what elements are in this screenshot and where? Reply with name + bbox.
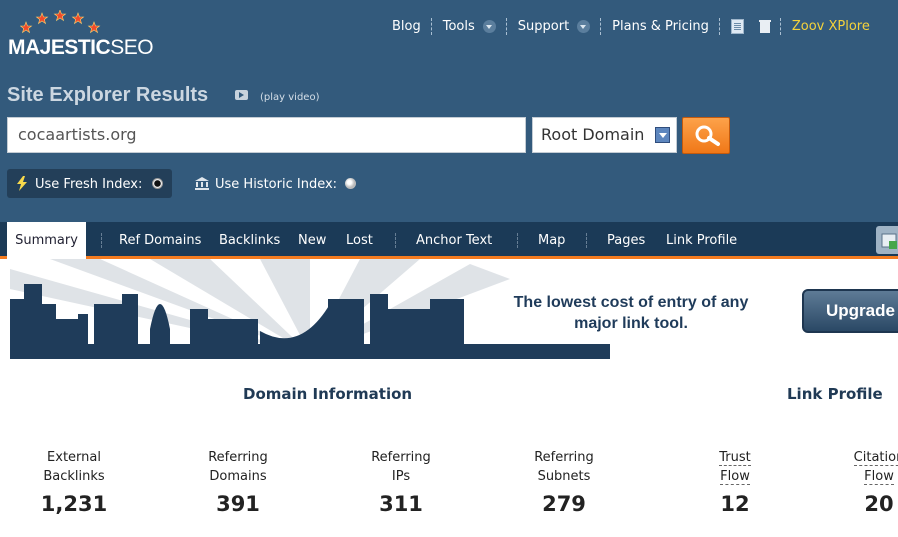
stat-label: Citation xyxy=(853,450,898,466)
fresh-index-label: Use Fresh Index: xyxy=(35,177,143,192)
nav-tools-label: Tools xyxy=(442,18,475,34)
magnifier-icon xyxy=(695,125,720,146)
stat-citation-flow-clip: Citation Flow 20 xyxy=(830,448,898,537)
fresh-index-option[interactable]: Use Fresh Index: xyxy=(7,169,172,198)
stat-label-wrap: Trust xyxy=(670,448,800,467)
tab-map[interactable]: Map xyxy=(538,222,565,256)
stat-label: Subnets xyxy=(537,469,591,484)
stat-referring-ips: Referring IPs 311 xyxy=(336,448,466,516)
search-input[interactable]: cocaartists.org xyxy=(7,117,526,153)
tab-divider xyxy=(101,233,103,248)
stat-value: 1,231 xyxy=(40,492,108,516)
nav-divider xyxy=(505,17,508,35)
stat-label-wrap: Citation xyxy=(832,448,898,467)
nav-blog[interactable]: Blog xyxy=(392,19,421,34)
majestic-logo[interactable]: MAJESTICSEO xyxy=(8,10,158,60)
promo-line-1: The lowest cost of entry of any xyxy=(513,294,749,311)
historic-index-radio[interactable] xyxy=(345,178,356,189)
stat-label-wrap: Flow xyxy=(832,467,898,486)
search-button[interactable] xyxy=(682,117,730,154)
stat-label: Referring xyxy=(371,450,431,465)
upgrade-button[interactable]: Upgrade xyxy=(802,289,898,333)
stat-label: Trust xyxy=(719,450,751,466)
tab-ref-domains[interactable]: Ref Domains xyxy=(119,222,201,256)
stat-label: Flow xyxy=(720,469,750,485)
export-icon xyxy=(881,233,897,249)
dropdown-chevron-icon xyxy=(577,19,591,33)
nav-divider xyxy=(779,17,782,35)
promo-line-2: major link tool. xyxy=(574,315,688,332)
page-title: Site Explorer Results xyxy=(7,84,209,106)
tab-backlinks[interactable]: Backlinks xyxy=(219,222,280,256)
tab-lost[interactable]: Lost xyxy=(346,222,373,256)
stat-external-backlinks: External Backlinks 1,231 xyxy=(9,448,139,516)
document-icon xyxy=(730,18,744,34)
nav-support[interactable]: Support xyxy=(517,18,591,34)
tab-divider xyxy=(586,233,588,248)
nav-divider xyxy=(751,18,753,35)
tab-link-profile[interactable]: Link Profile xyxy=(666,222,737,256)
scope-select-value: Root Domain xyxy=(541,125,645,144)
dropdown-chevron-icon xyxy=(482,19,496,33)
tab-divider xyxy=(395,233,397,248)
logo-brand: MAJESTIC xyxy=(8,36,111,59)
tab-summary[interactable]: Summary xyxy=(7,222,86,259)
historic-index-label: Use Historic Index: xyxy=(215,177,338,192)
stat-value: 311 xyxy=(379,492,423,516)
chevron-down-icon xyxy=(655,127,670,143)
play-video-link[interactable]: (play video) xyxy=(260,92,319,103)
nav-tools[interactable]: Tools xyxy=(443,19,496,34)
tab-pages[interactable]: Pages xyxy=(607,222,645,256)
stat-label-wrap: Flow xyxy=(670,467,800,486)
domain-information-heading: Domain Information xyxy=(243,385,413,403)
bank-building-icon xyxy=(195,177,209,190)
stat-value: 12 xyxy=(720,492,750,516)
trash-icon xyxy=(758,19,771,33)
majestic-stars-icon xyxy=(20,10,101,34)
stat-label: Referring xyxy=(208,450,268,465)
nav-divider xyxy=(600,17,602,35)
link-profile-heading: Link Profile xyxy=(787,385,883,403)
stat-citation-flow[interactable]: Citation Flow 20 xyxy=(832,448,898,516)
scope-select[interactable]: Root Domain xyxy=(532,117,677,153)
stat-value: 391 xyxy=(216,492,260,516)
header-area: MAJESTICSEO Blog Tools Support Plans & P… xyxy=(0,0,898,222)
logo-suffix: SEO xyxy=(110,36,154,59)
top-nav: Blog Tools Support Plans & Pricing Zoov … xyxy=(392,17,870,35)
nav-user-account[interactable]: Zoov XPlore xyxy=(792,19,870,34)
promo-banner[interactable]: The lowest cost of entry of any major li… xyxy=(10,259,898,359)
stat-label: IPs xyxy=(391,469,411,484)
stat-label: Backlinks xyxy=(43,469,105,484)
stat-label: Domains xyxy=(209,469,267,484)
tab-new[interactable]: New xyxy=(298,222,326,256)
play-video-icon[interactable] xyxy=(235,90,248,100)
tab-divider xyxy=(517,233,519,248)
stat-label: External xyxy=(47,450,101,465)
stat-label: Referring xyxy=(534,450,594,465)
export-tool-button[interactable] xyxy=(876,226,898,254)
tab-anchor-text[interactable]: Anchor Text xyxy=(416,222,492,256)
stat-value: 279 xyxy=(542,492,586,516)
stat-trust-flow[interactable]: Trust Flow 12 xyxy=(670,448,800,516)
logo-wordmark: MAJESTICSEO xyxy=(8,36,154,60)
stat-value: 20 xyxy=(864,492,894,516)
stat-label: Flow xyxy=(864,469,894,485)
results-tabs: Summary Ref Domains Backlinks New Lost A… xyxy=(0,222,898,259)
nav-plans-pricing[interactable]: Plans & Pricing xyxy=(612,19,709,34)
nav-divider xyxy=(718,17,721,35)
promo-text: The lowest cost of entry of any major li… xyxy=(510,292,752,334)
stat-referring-domains: Referring Domains 391 xyxy=(173,448,303,516)
stat-referring-subnets: Referring Subnets 279 xyxy=(499,448,629,516)
nav-divider xyxy=(430,17,433,35)
reports-button[interactable] xyxy=(730,18,744,34)
bucket-button[interactable] xyxy=(758,19,771,33)
nav-support-label: Support xyxy=(517,18,570,34)
fresh-index-radio[interactable] xyxy=(152,178,163,189)
lightning-icon xyxy=(17,176,27,191)
